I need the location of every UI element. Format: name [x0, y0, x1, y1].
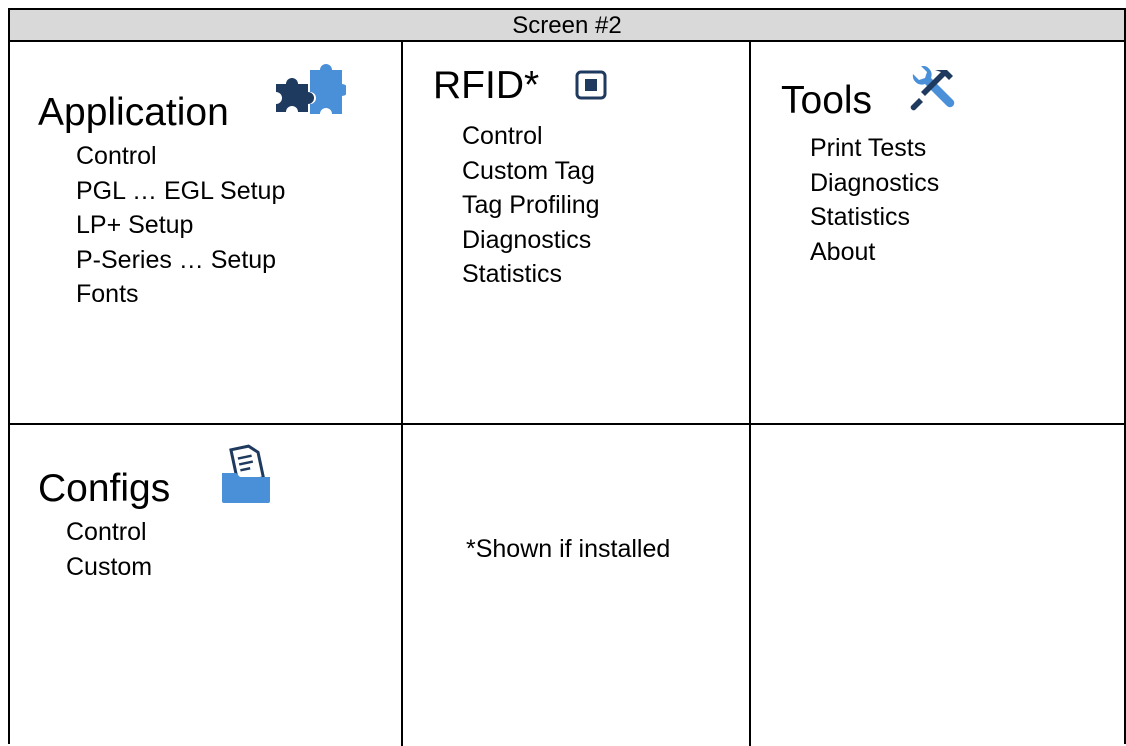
configs-item[interactable]: Custom — [66, 550, 152, 585]
tools-menu: Print Tests Diagnostics Statistics About — [810, 131, 939, 269]
puzzle-icon — [274, 64, 348, 127]
menu-grid: Screen #2 Application Control PGL … EGL … — [8, 8, 1126, 746]
application-item[interactable]: PGL … EGL Setup — [76, 174, 285, 209]
tools-item[interactable]: About — [810, 235, 939, 270]
empty-cell — [751, 425, 1124, 746]
wrench-hammer-icon — [907, 65, 959, 119]
application-menu: Control PGL … EGL Setup LP+ Setup P-Seri… — [76, 139, 285, 312]
application-cell: Application Control PGL … EGL Setup LP+ … — [10, 44, 401, 423]
rfid-item[interactable]: Custom Tag — [462, 154, 600, 189]
rfid-item[interactable]: Diagnostics — [462, 223, 600, 258]
rfid-chip-icon — [575, 70, 607, 105]
tools-item[interactable]: Statistics — [810, 200, 939, 235]
rfid-item[interactable]: Statistics — [462, 257, 600, 292]
application-item[interactable]: P-Series … Setup — [76, 243, 285, 278]
installed-note: *Shown if installed — [466, 535, 671, 563]
note-cell: *Shown if installed — [403, 425, 749, 746]
application-heading[interactable]: Application — [38, 91, 229, 135]
tools-cell: Tools Print Tests Diagnostics Statistics… — [751, 44, 1124, 423]
application-item[interactable]: LP+ Setup — [76, 208, 285, 243]
application-item[interactable]: Control — [76, 139, 285, 174]
configs-item[interactable]: Control — [66, 515, 152, 550]
configs-cell: Configs Control Custom — [10, 425, 401, 746]
rfid-menu: Control Custom Tag Tag Profiling Diagnos… — [462, 119, 600, 292]
tools-item[interactable]: Diagnostics — [810, 166, 939, 201]
application-item[interactable]: Fonts — [76, 277, 285, 312]
configs-menu: Control Custom — [66, 515, 152, 584]
rfid-item[interactable]: Control — [462, 119, 600, 154]
rfid-cell: RFID* Control Custom Tag Tag Profiling D… — [403, 44, 749, 423]
folder-document-icon — [220, 443, 272, 510]
screen-title: Screen #2 — [10, 10, 1124, 42]
rfid-heading[interactable]: RFID* — [433, 64, 539, 108]
tools-item[interactable]: Print Tests — [810, 131, 939, 166]
tools-heading[interactable]: Tools — [781, 79, 872, 123]
rfid-item[interactable]: Tag Profiling — [462, 188, 600, 223]
configs-heading[interactable]: Configs — [38, 467, 170, 511]
